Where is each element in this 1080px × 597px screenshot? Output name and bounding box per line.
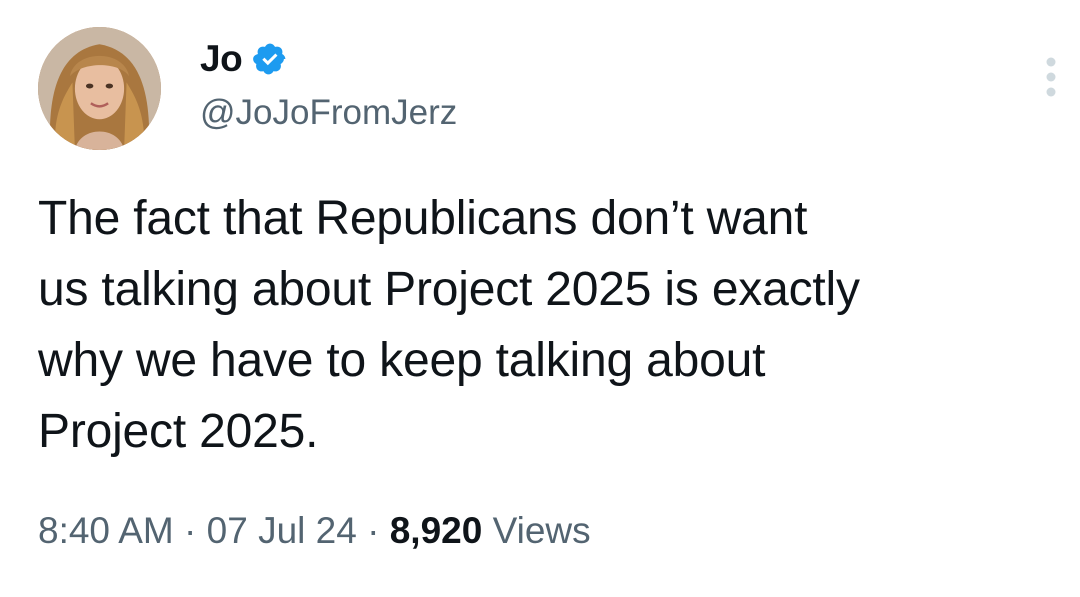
tweet-date[interactable]: 07 Jul 24 xyxy=(207,510,357,551)
display-name[interactable]: Jo xyxy=(200,38,243,80)
tweet-text-line: Project 2025. xyxy=(38,405,319,458)
verified-badge-icon xyxy=(252,41,288,77)
author-handle[interactable]: @JoJoFromJerz xyxy=(200,93,457,133)
tweet-text-line: The fact that Republicans don’t want xyxy=(38,192,808,245)
tweet-text-line: us talking about Project 2025 is exactly xyxy=(38,263,860,316)
tweet-card: Jo @JoJoFromJerz The fact that Republica… xyxy=(0,0,1080,597)
meta-separator: · xyxy=(367,510,380,551)
avatar[interactable] xyxy=(38,27,161,150)
views-label[interactable]: Views xyxy=(493,510,591,551)
tweet-meta: 8:40 AM · 07 Jul 24 · 8,920 Views xyxy=(38,510,591,552)
avatar-image xyxy=(38,27,161,150)
more-vertical-icon[interactable] xyxy=(1038,55,1064,99)
views-count[interactable]: 8,920 xyxy=(390,510,483,551)
tweet-time[interactable]: 8:40 AM xyxy=(38,510,174,551)
tweet-text: The fact that Republicans don’t want us … xyxy=(38,183,1058,467)
meta-separator: · xyxy=(184,510,197,551)
author-name-row: Jo xyxy=(200,36,288,82)
tweet-text-line: why we have to keep talking about xyxy=(38,334,766,387)
